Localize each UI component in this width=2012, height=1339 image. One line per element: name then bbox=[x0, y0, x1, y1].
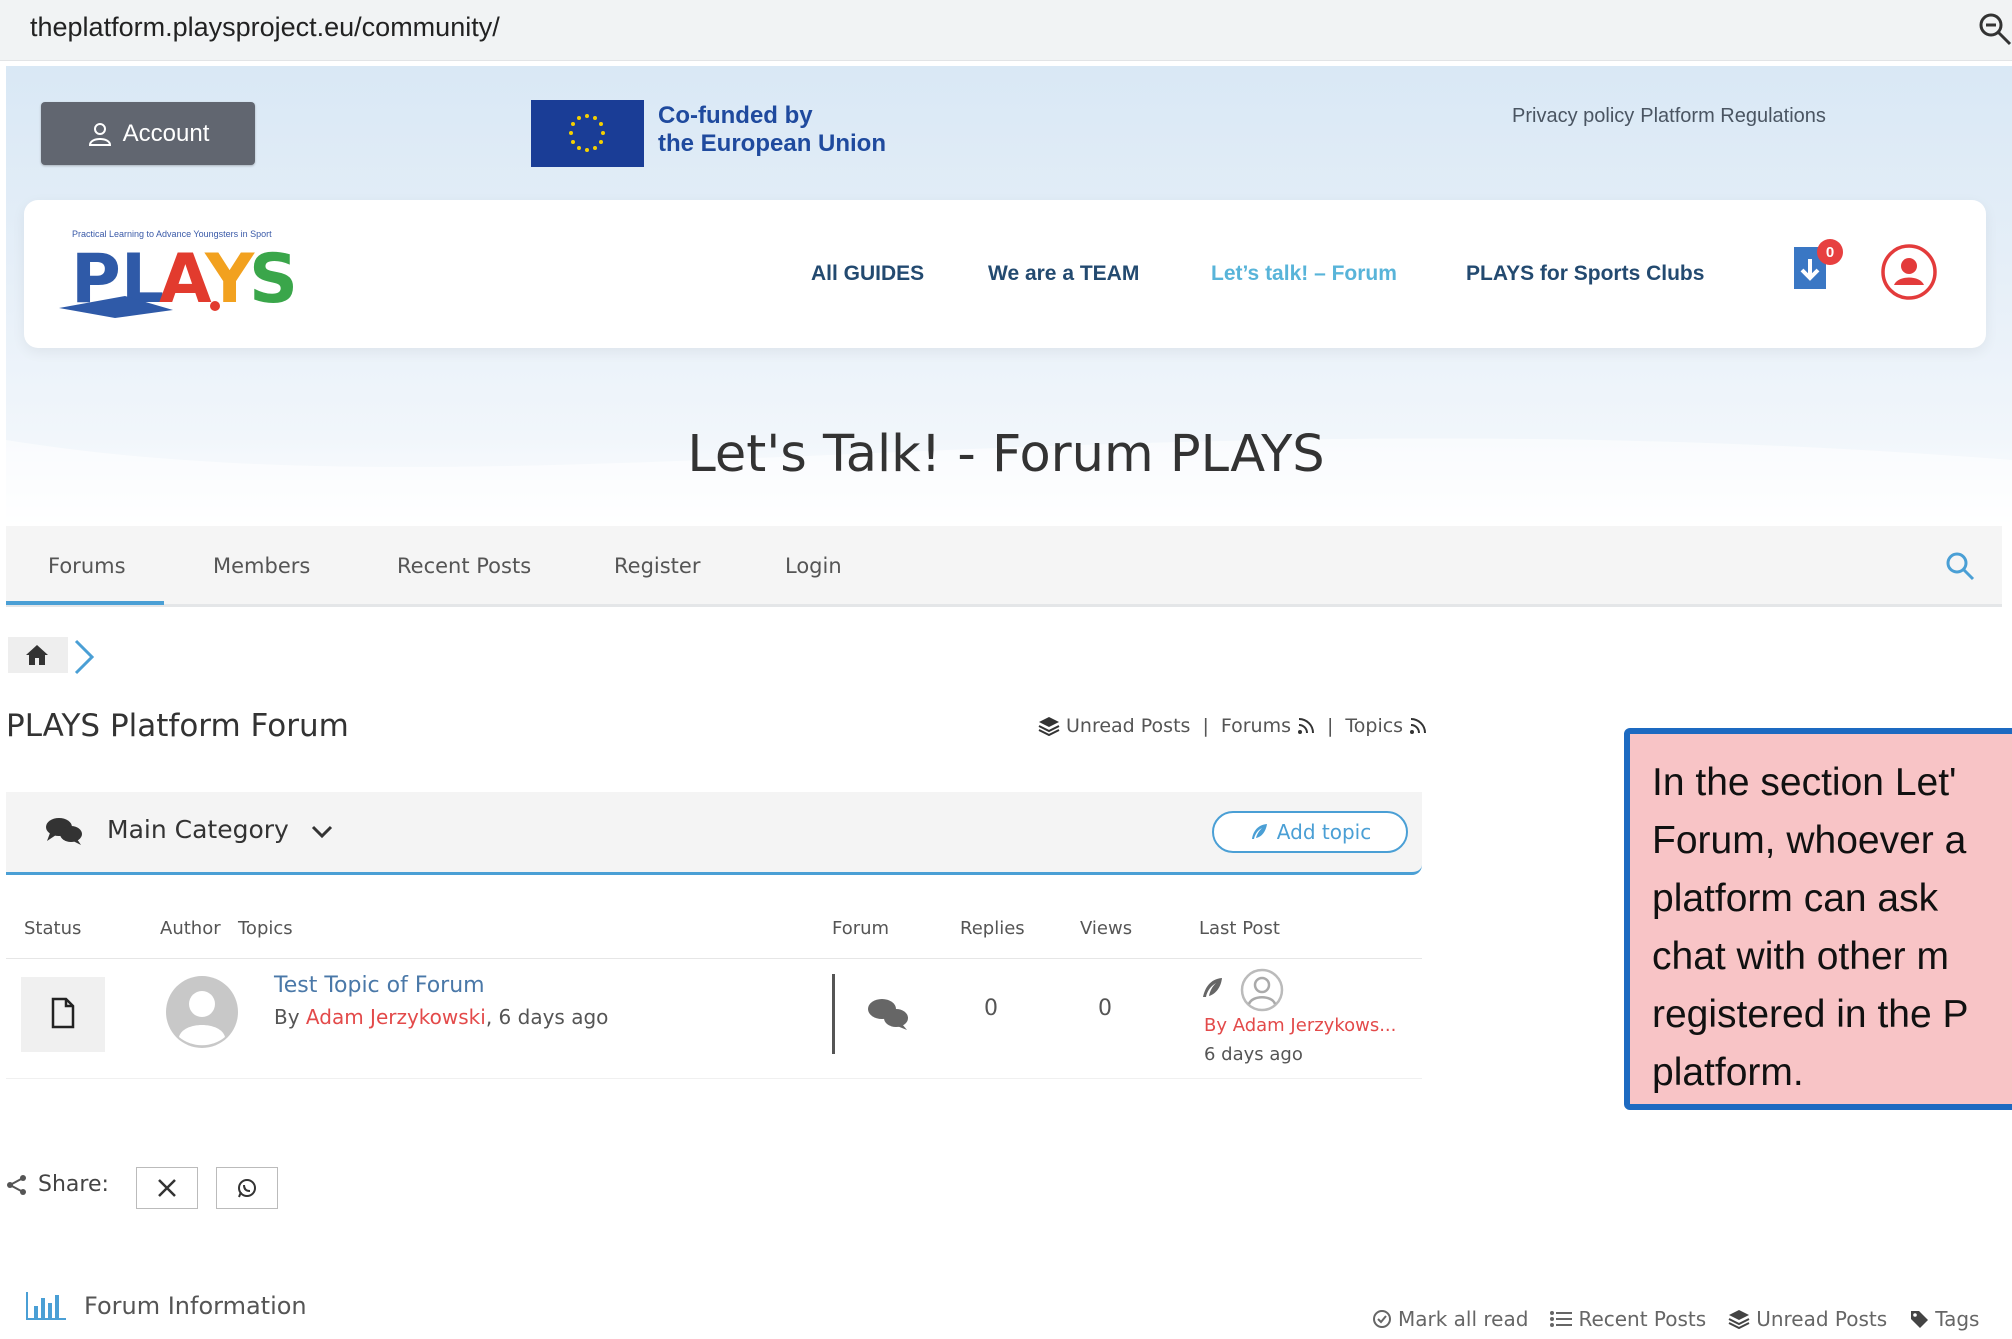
eu-line-2: the European Union bbox=[658, 130, 886, 157]
privacy-policy-link[interactable]: Privacy policy bbox=[1512, 105, 1634, 127]
feather-icon bbox=[1203, 978, 1222, 997]
bar-chart-icon bbox=[26, 1292, 66, 1320]
layers-icon bbox=[1038, 717, 1060, 736]
topic-byline: By Adam Jerzykowski, 6 days ago bbox=[274, 1005, 608, 1029]
column-status: Status bbox=[24, 918, 82, 939]
x-logo-icon bbox=[158, 1179, 176, 1197]
tags-link[interactable]: Tags bbox=[1909, 1307, 1979, 1331]
comments-icon bbox=[46, 818, 82, 845]
tab-login[interactable]: Login bbox=[785, 554, 842, 578]
breadcrumb-home[interactable] bbox=[8, 637, 68, 673]
download-count-badge: 0 bbox=[1817, 239, 1843, 265]
column-author: Author bbox=[160, 918, 221, 939]
browser-address-bar[interactable]: theplatform.playsproject.eu/community/ bbox=[0, 0, 2012, 61]
forum-information-title: Forum Information bbox=[84, 1292, 307, 1320]
by-prefix: By bbox=[274, 1005, 300, 1029]
column-topics: Topics bbox=[238, 918, 293, 939]
recent-posts-link[interactable]: Recent Posts bbox=[1550, 1307, 1706, 1331]
forum-quick-links: Unread Posts | Forums | Topics bbox=[1038, 715, 1427, 737]
tag-icon bbox=[1911, 1311, 1929, 1328]
nav-plays-for-sports-clubs[interactable]: PLAYS for Sports Clubs bbox=[1466, 262, 1704, 286]
eu-flag-icon bbox=[531, 100, 644, 167]
svg-text:S: S bbox=[249, 240, 298, 319]
topic-title-link[interactable]: Test Topic of Forum bbox=[274, 973, 485, 998]
breadcrumb-chevron-icon bbox=[74, 639, 95, 675]
separator: | bbox=[1202, 715, 1209, 737]
layers-icon bbox=[1728, 1310, 1750, 1329]
nav-we-are-a-team[interactable]: We are a TEAM bbox=[988, 262, 1139, 286]
chevron-down-icon[interactable] bbox=[310, 822, 334, 842]
eu-line-1: Co-funded by bbox=[658, 102, 813, 129]
header-divider bbox=[6, 958, 1422, 959]
user-icon bbox=[88, 122, 111, 146]
tags-label: Tags bbox=[1935, 1307, 1980, 1331]
active-tab-indicator bbox=[6, 601, 164, 605]
callout-text: In the section Let' Forum, whoever a pla… bbox=[1652, 761, 1969, 1094]
column-last-post: Last Post bbox=[1199, 918, 1280, 939]
nav-lets-talk-forum[interactable]: Let’s talk! – Forum bbox=[1211, 262, 1397, 286]
column-replies: Replies bbox=[960, 918, 1025, 939]
zoom-icon[interactable] bbox=[1976, 10, 2012, 50]
list-icon bbox=[1550, 1311, 1573, 1327]
search-icon[interactable] bbox=[1944, 550, 1976, 582]
share-icon bbox=[7, 1174, 26, 1195]
share-x-button[interactable] bbox=[136, 1167, 198, 1209]
mark-all-read-label: Mark all read bbox=[1398, 1307, 1529, 1331]
share-section: Share: bbox=[6, 1172, 109, 1197]
forum-title: PLAYS Platform Forum bbox=[6, 708, 349, 744]
account-label: Account bbox=[122, 119, 210, 147]
replies-count: 0 bbox=[984, 996, 998, 1021]
recent-posts-label: Recent Posts bbox=[1578, 1307, 1707, 1331]
tab-forums[interactable]: Forums bbox=[48, 554, 126, 578]
last-post-time: 6 days ago bbox=[1204, 1044, 1303, 1065]
url-text[interactable]: theplatform.playsproject.eu/community/ bbox=[30, 12, 500, 43]
eu-cofunded-text: Co-funded by the European Union bbox=[658, 102, 886, 158]
tab-register[interactable]: Register bbox=[614, 554, 700, 578]
annotation-callout: In the section Let' Forum, whoever a pla… bbox=[1624, 728, 2012, 1110]
unread-posts-footer-link[interactable]: Unread Posts bbox=[1728, 1307, 1887, 1331]
tab-recent-posts[interactable]: Recent Posts bbox=[397, 554, 531, 578]
user-profile-icon[interactable] bbox=[1880, 243, 1938, 301]
unread-posts-link[interactable]: Unread Posts bbox=[1066, 715, 1190, 737]
row-divider bbox=[6, 1078, 1422, 1079]
feather-icon bbox=[1251, 824, 1267, 839]
forum-comments-icon bbox=[868, 999, 908, 1030]
home-icon bbox=[26, 645, 48, 665]
forum-footer-links: Mark all read Recent Posts Unread Posts … bbox=[1372, 1307, 1979, 1331]
logo-tagline: Practical Learning to Advance Youngsters… bbox=[72, 229, 272, 239]
platform-regulations-link[interactable]: Platform Regulations bbox=[1640, 105, 1826, 127]
forums-feed-link[interactable]: Forums bbox=[1221, 715, 1291, 737]
share-whatsapp-button[interactable] bbox=[216, 1167, 278, 1209]
category-title[interactable]: Main Category bbox=[107, 815, 289, 844]
nav-all-guides[interactable]: All GUIDES bbox=[811, 262, 924, 286]
account-button[interactable]: Account bbox=[41, 102, 255, 165]
plays-logo[interactable]: PL A Y S bbox=[55, 226, 315, 322]
mark-all-read-link[interactable]: Mark all read bbox=[1372, 1307, 1528, 1331]
share-label: Share: bbox=[38, 1172, 109, 1197]
page-title: Let's Talk! - Forum PLAYS bbox=[687, 425, 1325, 484]
views-count: 0 bbox=[1098, 996, 1112, 1021]
whatsapp-icon bbox=[238, 1179, 256, 1198]
file-icon bbox=[51, 997, 75, 1029]
topic-status-icon bbox=[21, 977, 105, 1052]
rss-icon[interactable] bbox=[1297, 717, 1315, 735]
last-post-avatar[interactable] bbox=[1240, 968, 1284, 1012]
author-avatar[interactable] bbox=[165, 975, 239, 1049]
topics-feed-link[interactable]: Topics bbox=[1345, 715, 1403, 737]
add-topic-label: Add topic bbox=[1276, 820, 1372, 844]
add-topic-button[interactable]: Add topic bbox=[1212, 811, 1408, 853]
last-post-author-link[interactable]: By Adam Jerzykows... bbox=[1204, 1015, 1396, 1036]
tab-members[interactable]: Members bbox=[213, 554, 310, 578]
column-divider bbox=[832, 974, 835, 1054]
topic-time: , 6 days ago bbox=[485, 1005, 609, 1029]
check-circle-icon bbox=[1373, 1310, 1391, 1328]
column-views: Views bbox=[1080, 918, 1133, 939]
top-links: Privacy policy Platform Regulations bbox=[1512, 105, 1832, 128]
topic-author-link[interactable]: Adam Jerzykowski bbox=[306, 1005, 486, 1029]
rss-icon[interactable] bbox=[1409, 717, 1427, 735]
separator: | bbox=[1326, 715, 1334, 737]
column-forum: Forum bbox=[832, 918, 890, 939]
unread-posts-footer-label: Unread Posts bbox=[1756, 1307, 1888, 1331]
